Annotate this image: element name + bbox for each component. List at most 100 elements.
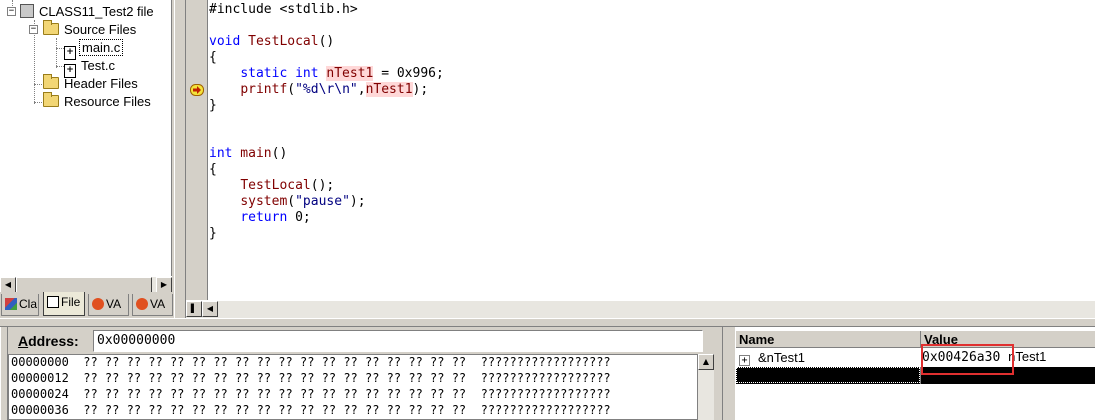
column-header-name[interactable]: Name — [736, 331, 921, 348]
memory-row[interactable]: 00000000 ?? ?? ?? ?? ?? ?? ?? ?? ?? ?? ?… — [9, 355, 697, 371]
resource-folder-label: Resource Files — [64, 94, 151, 109]
tree-item-header-files[interactable]: Header Files — [43, 74, 140, 93]
code-token: { — [209, 50, 217, 65]
editor-gutter[interactable] — [186, 0, 208, 300]
tree-item-test-c[interactable]: + Test.c — [64, 57, 117, 78]
fileview-icon — [47, 296, 59, 308]
expand-plus-icon[interactable]: + — [739, 355, 750, 366]
memory-row[interactable]: 00000036 ?? ?? ?? ?? ?? ?? ?? ?? ?? ?? ?… — [9, 403, 697, 419]
scroll-left-icon[interactable]: ▌ — [186, 301, 202, 317]
vertical-splitter[interactable] — [174, 0, 186, 318]
project-collapse-icon[interactable]: − — [7, 7, 16, 16]
code-token: } — [209, 226, 217, 241]
code-line[interactable]: printf("%d\r\n",nTest1); — [209, 82, 1095, 98]
source-folder-collapse-icon[interactable]: − — [29, 25, 38, 34]
memory-row[interactable]: 00000024 ?? ?? ?? ?? ?? ?? ?? ?? ?? ?? ?… — [9, 387, 697, 403]
code-token: 0; — [287, 210, 311, 225]
scroll-thumb[interactable] — [16, 277, 152, 293]
code-line[interactable]: return 0; — [209, 210, 1095, 226]
code-token: "%d\r\n" — [295, 82, 358, 97]
code-token: nTest1 — [365, 82, 413, 97]
address-input[interactable]: 0x00000000 — [93, 330, 703, 352]
memory-grip[interactable] — [0, 327, 8, 420]
tree-item-resource-files[interactable]: Resource Files — [43, 92, 153, 111]
code-line[interactable]: static int nTest1 = 0x996; — [209, 66, 1095, 82]
code-line[interactable]: } — [209, 98, 1095, 114]
scroll-left-icon[interactable]: ◀ — [0, 277, 16, 293]
scroll-up-icon[interactable]: ▲ — [698, 354, 714, 370]
code-token: TestLocal — [240, 178, 311, 193]
scroll-left-arrow-icon[interactable]: ◀ — [202, 301, 218, 317]
code-line[interactable]: { — [209, 162, 1095, 178]
code-token: () — [318, 34, 335, 49]
tree-item-source-files[interactable]: Source Files — [43, 20, 138, 39]
tab-classview[interactable]: Cla — [1, 294, 39, 316]
file-label-main: main.c — [79, 39, 124, 56]
tomato-icon — [136, 298, 148, 310]
source-folder-label: Source Files — [64, 22, 137, 37]
code-token: void — [209, 34, 241, 49]
code-token: main — [232, 146, 272, 161]
scroll-right-icon[interactable]: ▶ — [156, 277, 172, 293]
code-text[interactable]: #include <stdlib.h> void TestLocal(){ st… — [208, 0, 1095, 300]
code-token: #include <stdlib.h> — [209, 2, 358, 17]
watch-row[interactable]: + &nTest1 0x00426a30 nTest1 — [736, 349, 1095, 366]
header-folder-label: Header Files — [64, 76, 138, 91]
code-token: printf — [240, 82, 288, 97]
code-token: ); — [412, 82, 429, 97]
code-token: system — [240, 194, 288, 209]
code-line[interactable]: int main() — [209, 146, 1095, 162]
tab-label: VA — [106, 297, 122, 311]
address-label: Address: — [18, 333, 79, 349]
watch-name: &nTest1 — [758, 350, 805, 365]
code-token: = 0x996; — [373, 66, 444, 81]
code-editor[interactable]: #include <stdlib.h> void TestLocal(){ st… — [186, 0, 1095, 300]
memory-vertical-scrollbar[interactable]: ▲ — [698, 354, 714, 420]
tree-item-main-c[interactable]: + main.c — [64, 39, 124, 60]
code-token: int — [209, 146, 233, 161]
code-token: ( — [287, 82, 296, 97]
code-token: { — [209, 162, 217, 177]
project-icon — [20, 4, 34, 18]
code-token: (); — [310, 178, 335, 193]
code-line[interactable] — [209, 130, 1095, 146]
tree-item-project[interactable]: CLASS11_Test2 file — [20, 3, 156, 21]
watch-new-row[interactable] — [736, 367, 1095, 384]
tab-label: VA — [150, 297, 166, 311]
watch-header: Name Value — [736, 331, 1095, 348]
horizontal-splitter[interactable] — [0, 318, 1095, 327]
folder-icon — [43, 92, 59, 107]
memory-row[interactable]: 00000012 ?? ?? ?? ?? ?? ?? ?? ?? ?? ?? ?… — [9, 371, 697, 387]
tab-label: File — [61, 295, 81, 309]
code-token: ( — [287, 194, 296, 209]
code-line[interactable]: } — [209, 226, 1095, 242]
code-line[interactable]: { — [209, 50, 1095, 66]
tab-fileview[interactable]: File — [43, 292, 85, 316]
memory-rows[interactable]: 00000000 ?? ?? ?? ?? ?? ?? ?? ?? ?? ?? ?… — [8, 354, 698, 420]
tab-label: Cla — [19, 297, 38, 311]
tab-va-2[interactable]: VA — [132, 294, 173, 316]
current-line-arrow-icon — [190, 84, 204, 96]
tree-horizontal-scrollbar[interactable]: ◀ ▶ — [0, 276, 172, 293]
code-line[interactable] — [209, 114, 1095, 130]
highlight-box — [921, 344, 1014, 375]
code-token: ); — [349, 194, 366, 209]
code-line[interactable]: #include <stdlib.h> — [209, 2, 1095, 18]
tab-va-1[interactable]: VA — [88, 294, 129, 316]
code-line[interactable]: system("pause"); — [209, 194, 1095, 210]
bottom-splitter[interactable] — [722, 327, 736, 420]
code-line[interactable]: TestLocal(); — [209, 178, 1095, 194]
workspace-tabs: Cla File VA VA — [0, 292, 174, 318]
code-token: nTest1 — [326, 66, 374, 81]
memory-window: Address: 0x00000000 00000000 ?? ?? ?? ??… — [0, 327, 722, 420]
code-token: } — [209, 98, 217, 113]
classview-icon — [5, 298, 17, 310]
code-line[interactable]: void TestLocal() — [209, 34, 1095, 50]
file-tree: − CLASS11_Test2 file − Source Files + mai… — [0, 0, 172, 276]
code-line[interactable] — [209, 18, 1095, 34]
editor-horizontal-scrollbar[interactable]: ▌ ◀ — [186, 300, 1095, 318]
